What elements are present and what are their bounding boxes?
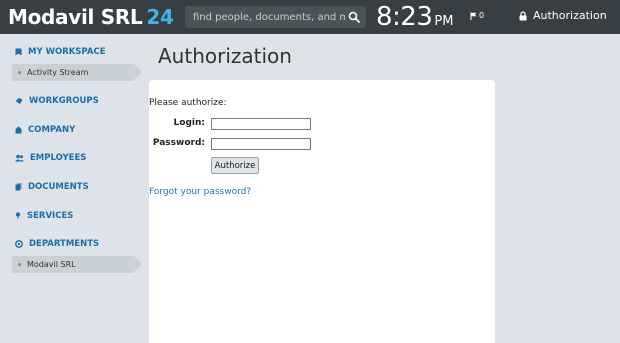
sidebar-subitem-department[interactable]: Modavil SRL [12,256,142,273]
logo-number: 24 [146,5,174,29]
sidebar-item-workgroups[interactable]: WORKGROUPS [15,96,99,106]
lock-icon [519,10,527,20]
forgot-password-link[interactable]: Forgot your password? [149,187,251,197]
flag-icon [470,12,477,20]
clock-ampm: PM [434,14,454,29]
sidebar-item-employees[interactable]: EMPLOYEES [15,153,86,163]
authorize-prompt: Please authorize: [149,98,227,108]
sidebar-item-documents[interactable]: DOCUMENTS [15,182,89,192]
top-header: Modavil SRL24 8:23PM 0 Authorization [0,0,620,34]
login-label: Login: [173,118,205,128]
documents-icon [15,183,22,191]
sidebar-item-services[interactable]: SERVICES [15,211,73,221]
authorize-button[interactable]: Authorize [211,157,259,174]
building-icon [15,126,22,134]
search-input[interactable] [185,6,345,28]
sidebar-item-departments[interactable]: DEPARTMENTS [15,239,99,249]
users-icon [15,154,24,162]
notifications-counter[interactable]: 0 [470,11,484,20]
sidebar-item-label: MY WORKSPACE [28,47,106,57]
sidebar-subitem-label: Activity Stream [27,68,89,77]
sidebar-item-my-workspace[interactable]: MY WORKSPACE [15,47,106,57]
bookmark-icon [15,48,22,56]
sidebar-item-label: SERVICES [27,211,74,221]
pin-icon [15,212,21,220]
bullet-icon [18,71,21,74]
sidebar-item-label: WORKGROUPS [29,96,99,106]
authorization-link[interactable]: Authorization [519,9,607,22]
target-icon [15,240,23,248]
password-label: Password: [152,138,205,148]
sidebar-item-label: DEPARTMENTS [29,239,100,249]
logo[interactable]: Modavil SRL 24 [8,4,174,30]
workgroups-icon [15,98,23,104]
clock-time: 8:23 [376,2,433,32]
logo-text: Modavil SRL [8,5,143,29]
search-box [185,6,366,28]
search-icon[interactable] [348,11,360,23]
sidebar-item-label: COMPANY [28,125,76,135]
sidebar-subitem-label: Modavil SRL [27,260,76,269]
password-field[interactable] [211,138,311,150]
sidebar-subitem-activity-stream[interactable]: Activity Stream [12,64,142,81]
notifications-count: 0 [479,11,485,20]
login-field[interactable] [211,118,311,130]
sidebar-item-label: DOCUMENTS [28,182,89,192]
clock: 8:23 PM [376,2,453,32]
sidebar-item-company[interactable]: COMPANY [15,125,75,135]
bullet-icon [18,263,21,266]
authorization-label: Authorization [533,9,607,22]
sidebar-item-label: EMPLOYEES [30,153,87,163]
page-title: Authorization [158,44,292,68]
